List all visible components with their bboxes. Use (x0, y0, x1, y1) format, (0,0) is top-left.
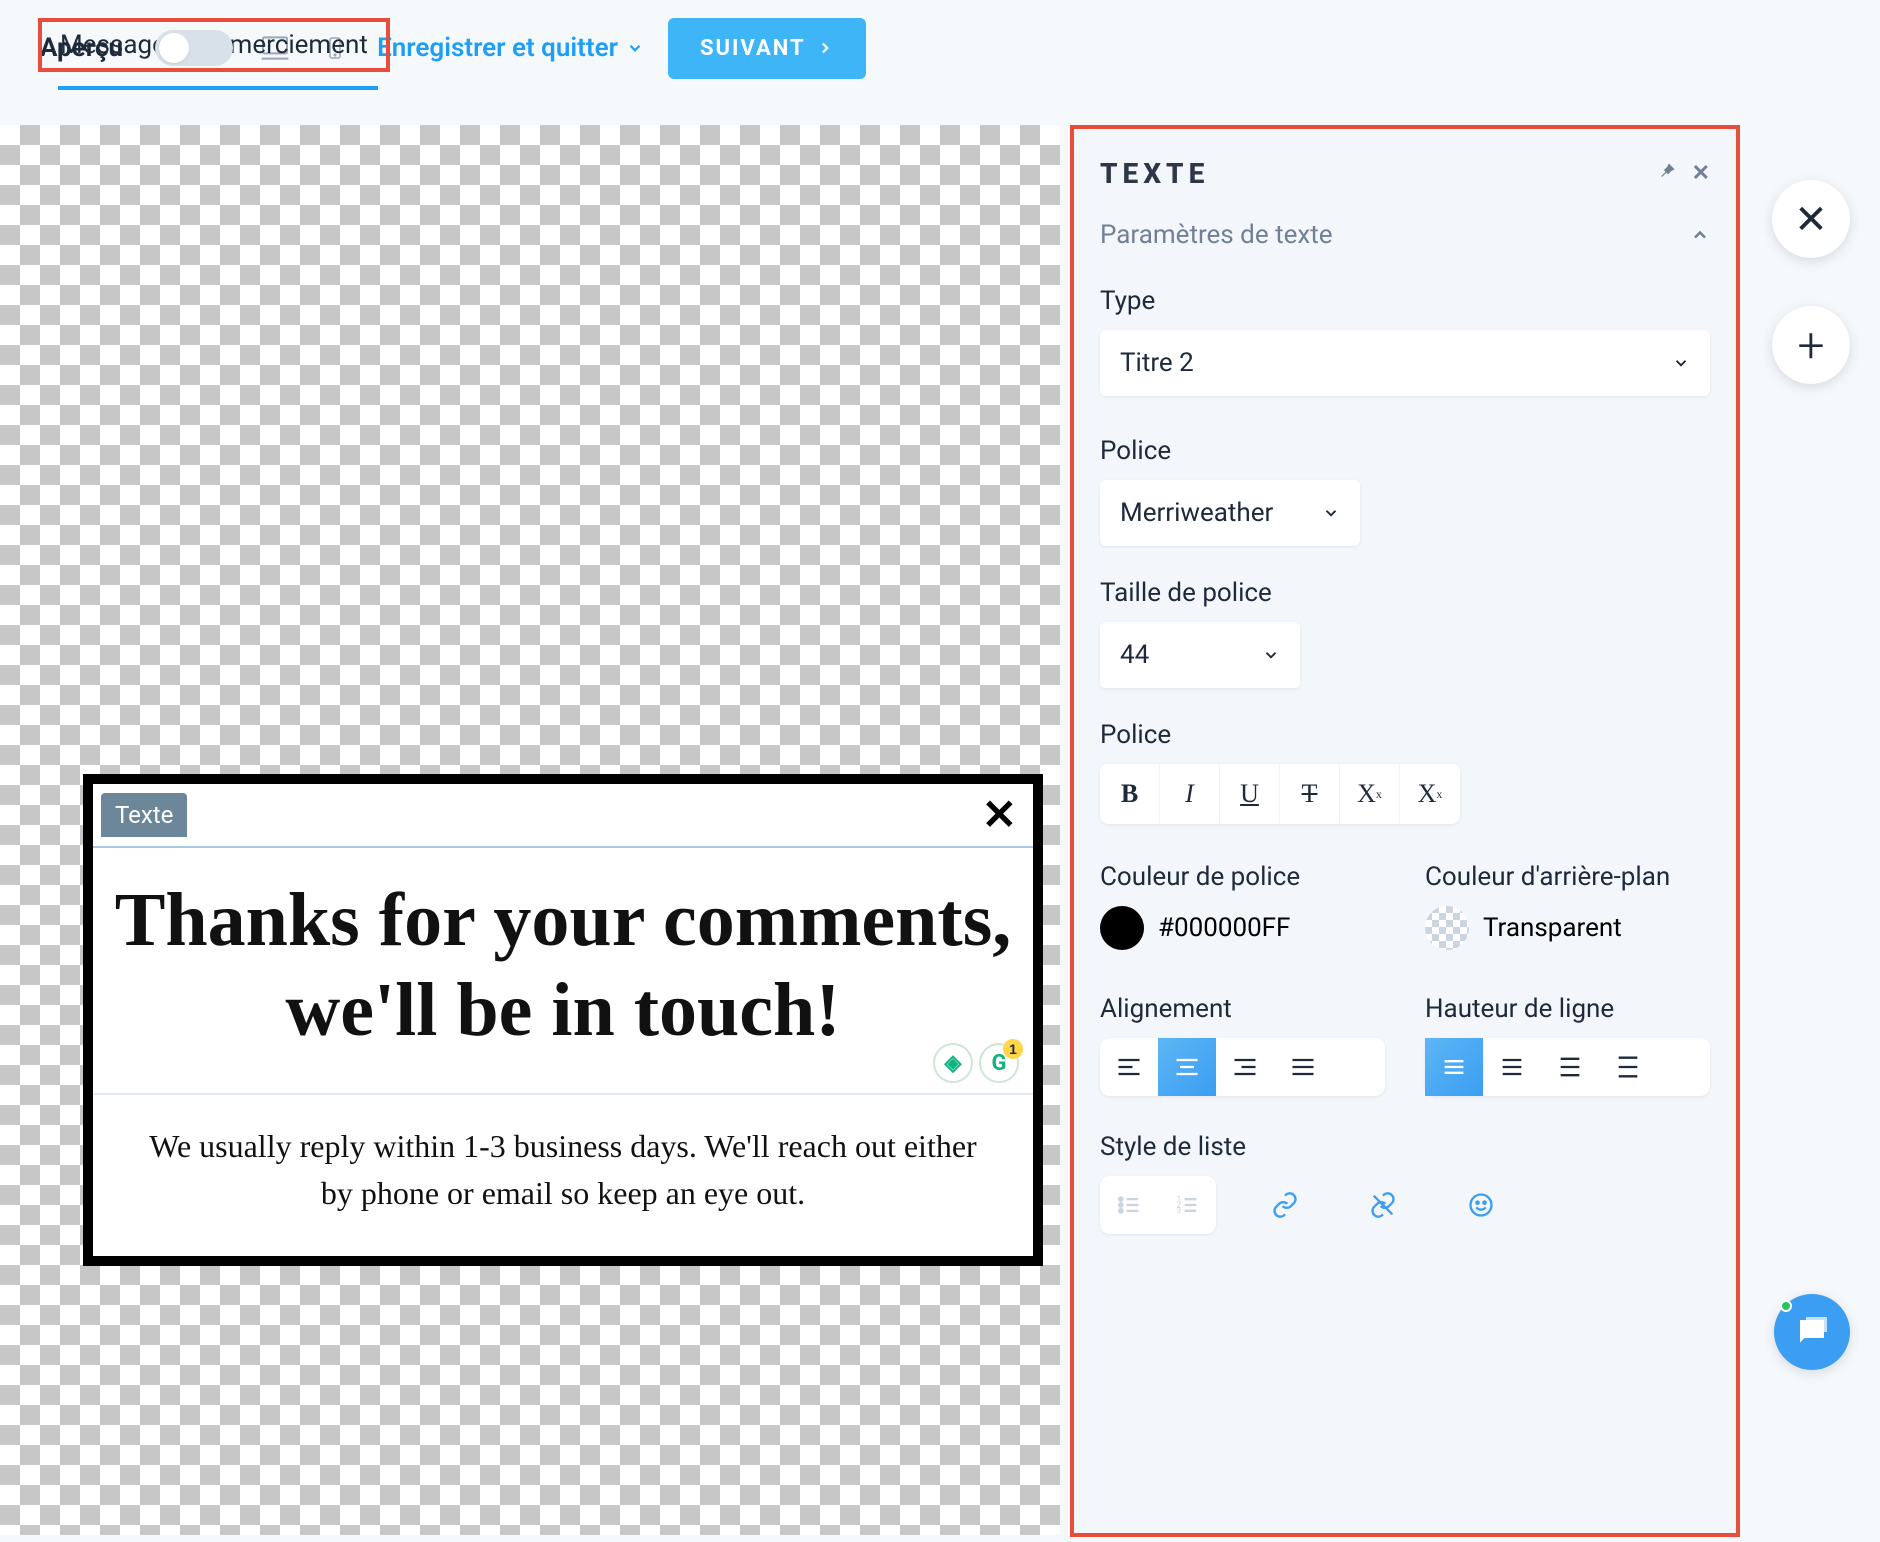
link-button[interactable] (1256, 1176, 1314, 1234)
type-select[interactable]: Titre 2 (1100, 330, 1710, 396)
bg-color-swatch (1425, 906, 1469, 950)
bullet-list-button[interactable] (1100, 1176, 1158, 1234)
popup-tab-label[interactable]: Texte (101, 793, 187, 837)
popup-header: Texte ✕ (93, 784, 1033, 846)
next-button-label: SUIVANT (700, 36, 806, 61)
grammarly-count-badge: 1 (1003, 1039, 1023, 1059)
align-center-button[interactable] (1158, 1038, 1216, 1096)
grammarly-assistant-icon[interactable]: ◈ (933, 1043, 973, 1083)
font-style-label: Police (1100, 720, 1710, 750)
grammarly-icon[interactable]: G1 (979, 1043, 1019, 1083)
grammarly-widget[interactable]: ◈ G1 (933, 1043, 1019, 1083)
align-justify-button[interactable] (1274, 1038, 1332, 1096)
chevron-right-icon (816, 39, 834, 57)
unlink-button[interactable] (1354, 1176, 1412, 1234)
align-left-button[interactable] (1100, 1038, 1158, 1096)
save-link-label: Enregistrer et quitter (377, 33, 618, 63)
preview-toggle[interactable] (155, 30, 233, 66)
numbered-list-button[interactable]: 123 (1158, 1176, 1216, 1234)
emoji-button[interactable] (1452, 1176, 1510, 1234)
bg-color-value: Transparent (1483, 913, 1622, 943)
close-icon[interactable]: ✕ (1692, 161, 1710, 187)
lh-1-5-button[interactable] (1483, 1038, 1541, 1096)
chat-button[interactable] (1774, 1294, 1850, 1370)
line-height-group (1425, 1038, 1710, 1096)
next-button[interactable]: SUIVANT (668, 18, 866, 79)
popup-close-button[interactable]: ✕ (982, 790, 1025, 840)
font-color-value: #000000FF (1158, 913, 1290, 943)
subscript-button[interactable]: Xx (1340, 764, 1400, 824)
list-style-label: Style de liste (1100, 1132, 1710, 1162)
inspector-title: TEXTE (1100, 157, 1209, 190)
section-label: Paramètres de texte (1100, 220, 1333, 250)
popup-body-area[interactable]: We usually reply within 1-3 business day… (93, 1095, 1033, 1256)
font-value: Merriweather (1120, 498, 1273, 528)
list-style-group: 123 (1100, 1176, 1216, 1234)
underline-button[interactable]: U (1220, 764, 1280, 824)
type-value: Titre 2 (1120, 348, 1194, 378)
popup-title-text[interactable]: Thanks for your comments, we'll be in to… (113, 876, 1013, 1055)
popup-body-text[interactable]: We usually reply within 1-3 business day… (133, 1123, 993, 1216)
chevron-down-icon (1672, 354, 1690, 372)
tab-underline (58, 86, 378, 90)
font-color-picker[interactable]: #000000FF (1100, 906, 1385, 950)
line-height-label: Hauteur de ligne (1425, 994, 1710, 1024)
chevron-down-icon (626, 39, 644, 57)
text-inspector-panel: TEXTE ✕ Paramètres de texte Type Titre 2… (1070, 125, 1740, 1537)
superscript-button[interactable]: Xx (1400, 764, 1460, 824)
font-size-select[interactable]: 44 (1100, 622, 1300, 688)
font-color-swatch (1100, 906, 1144, 950)
font-color-label: Couleur de police (1100, 862, 1385, 892)
lh-2-button[interactable] (1541, 1038, 1599, 1096)
text-block-popup[interactable]: Texte ✕ Thanks for your comments, we'll … (83, 774, 1043, 1266)
online-indicator (1780, 1300, 1792, 1312)
canvas[interactable]: Texte ✕ Thanks for your comments, we'll … (0, 125, 1060, 1535)
alignment-label: Alignement (1100, 994, 1385, 1024)
lh-1-button[interactable] (1425, 1038, 1483, 1096)
chat-icon (1794, 1314, 1830, 1350)
align-right-button[interactable] (1216, 1038, 1274, 1096)
section-text-settings[interactable]: Paramètres de texte (1100, 220, 1710, 250)
topbar: Message de remerciement Aperçu Enregistr… (0, 0, 1880, 96)
save-and-quit-link[interactable]: Enregistrer et quitter (377, 33, 644, 63)
bg-color-label: Couleur d'arrière-plan (1425, 862, 1710, 892)
font-label: Police (1100, 436, 1710, 466)
font-size-label: Taille de police (1100, 578, 1710, 608)
chevron-down-icon (1262, 646, 1280, 664)
floating-actions: ✕ + (1772, 180, 1850, 384)
font-select[interactable]: Merriweather (1100, 480, 1360, 546)
font-size-value: 44 (1120, 640, 1149, 670)
chevron-up-icon (1690, 225, 1710, 245)
svg-text:3: 3 (1177, 1205, 1182, 1215)
lh-2-5-button[interactable] (1599, 1038, 1657, 1096)
font-style-bar: B I U T Xx Xx (1100, 764, 1460, 824)
add-element-button[interactable]: + (1772, 306, 1850, 384)
popup-title-area[interactable]: Thanks for your comments, we'll be in to… (93, 846, 1033, 1095)
bg-color-picker[interactable]: Transparent (1425, 906, 1710, 950)
chevron-down-icon (1322, 504, 1340, 522)
close-editor-button[interactable]: ✕ (1772, 180, 1850, 258)
strike-button[interactable]: T (1280, 764, 1340, 824)
type-label: Type (1100, 286, 1710, 316)
alignment-group (1100, 1038, 1385, 1096)
toggle-knob (159, 33, 189, 63)
italic-button[interactable]: I (1160, 764, 1220, 824)
pin-icon[interactable] (1658, 161, 1678, 187)
bold-button[interactable]: B (1100, 764, 1160, 824)
